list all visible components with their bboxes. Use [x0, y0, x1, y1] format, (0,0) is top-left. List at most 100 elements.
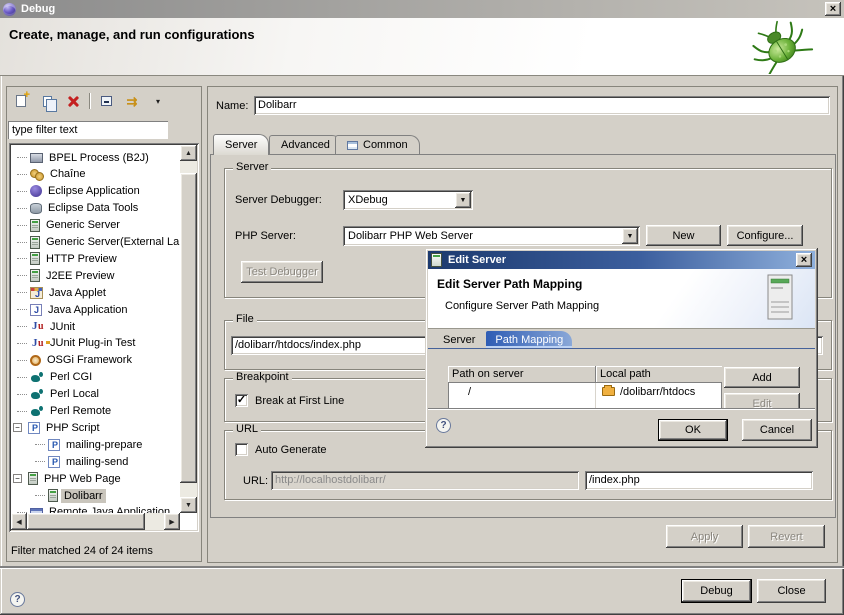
column-header-path-on-server[interactable]: Path on server	[448, 366, 596, 383]
dropdown-arrow-icon[interactable]: ▼	[455, 192, 471, 208]
new-server-button[interactable]: New	[646, 225, 721, 246]
tree-connector	[17, 208, 27, 209]
url-base-input[interactable]: http://localhostdolibarr/	[271, 471, 579, 490]
filter-launch-configurations-button[interactable]: ⇉	[122, 92, 142, 110]
tree-item-mailing-prepare[interactable]: mailing-prepare	[11, 436, 180, 453]
tab-common[interactable]: Common	[335, 135, 420, 154]
tree-item-perl-cgi[interactable]: Perl CGI	[11, 369, 180, 386]
tree-item-dolibarr[interactable]: Dolibarr	[11, 487, 180, 504]
edit-server-header: Edit Server Path Mapping Configure Serve…	[428, 269, 815, 329]
cancel-button[interactable]: Cancel	[742, 419, 812, 441]
tree-item-php-script[interactable]: − PHP Script	[11, 419, 180, 436]
tree-item-label: PHP Script	[43, 421, 103, 435]
dropdown-arrow-icon[interactable]: ▼	[622, 228, 638, 244]
server-debugger-value: XDebug	[348, 194, 453, 206]
delete-configuration-button[interactable]	[63, 92, 83, 110]
tree-item-label: BPEL Process (B2J)	[46, 151, 152, 165]
tree-horizontal-scrollbar[interactable]: ◀ ▶	[11, 513, 180, 530]
server-debugger-select[interactable]: XDebug ▼	[343, 190, 473, 210]
filter-launch-configurations-icon: ⇉	[127, 95, 138, 108]
close-button[interactable]: Close	[757, 579, 826, 603]
edit-server-close-button[interactable]: ×	[796, 253, 812, 267]
configure-server-button[interactable]: Configure...	[727, 225, 803, 246]
new-launch-configuration-button[interactable]	[11, 92, 31, 110]
revert-button[interactable]: Revert	[748, 525, 825, 548]
tree-item-remote-java-application[interactable]: Remote Java Application	[11, 504, 180, 513]
scroll-up-icon[interactable]: ▲	[180, 145, 197, 161]
break-first-line-label: Break at First Line	[255, 395, 344, 407]
tree-item-java-applet[interactable]: Java Applet	[11, 284, 180, 301]
dialog-tab-path-mapping[interactable]: Path Mapping	[486, 331, 572, 348]
tree-connector	[17, 394, 27, 395]
tree-connector	[17, 258, 27, 259]
filter-input[interactable]	[8, 121, 168, 139]
tree-item-eclipse-data-tools[interactable]: Eclipse Data Tools	[11, 200, 180, 217]
duplicate-configuration-button[interactable]	[37, 92, 57, 110]
expand-toggle-icon[interactable]: −	[13, 474, 22, 483]
path-mapping-row[interactable]: //dolibarr/htdocs	[448, 383, 722, 400]
tree-vertical-scrollbar[interactable]: ▲ ▼	[180, 145, 197, 513]
tree-item-label: Generic Server	[43, 218, 123, 232]
phpserver-icon	[48, 489, 58, 502]
tab-advanced[interactable]: Advanced	[269, 135, 342, 154]
tree-item-cha-ne[interactable]: Chaîne	[11, 166, 180, 183]
dialog-help-icon[interactable]: ?	[436, 418, 451, 433]
debug-button[interactable]: Debug	[681, 579, 752, 603]
scroll-right-icon[interactable]: ▶	[164, 513, 180, 530]
tree-item-java-application[interactable]: Java Application	[11, 301, 180, 318]
scroll-down-icon[interactable]: ▼	[180, 497, 197, 513]
tab-common-label: Common	[363, 139, 408, 151]
tree-connector	[17, 326, 27, 327]
phpfile-icon	[48, 456, 60, 468]
url-path-input[interactable]: /index.php	[585, 471, 813, 490]
phpserver-icon	[28, 472, 38, 485]
dialog-tab-server[interactable]: Server	[434, 331, 484, 348]
tree-connector	[17, 157, 27, 158]
window-close-button[interactable]: ×	[825, 2, 841, 16]
test-debugger-button[interactable]: Test Debugger	[241, 261, 323, 283]
java-icon	[30, 304, 42, 316]
tree-item-mailing-send[interactable]: mailing-send	[11, 453, 180, 470]
scroll-left-icon[interactable]: ◀	[11, 513, 27, 530]
vertical-scroll-thumb[interactable]	[180, 173, 197, 483]
collapse-all-button[interactable]	[96, 92, 116, 110]
local-path-cell: /dolibarr/htdocs	[620, 386, 695, 398]
tree-item-label: JUnit	[47, 320, 78, 334]
tree-item-generic-server[interactable]: Generic Server	[11, 217, 180, 234]
delete-configuration-icon	[67, 95, 80, 108]
tree-item-http-preview[interactable]: HTTP Preview	[11, 250, 180, 267]
debug-dialog-window: Debug × Create, manage, and run configur…	[0, 0, 844, 615]
tree-item-generic-server-external-la[interactable]: Generic Server(External La	[11, 234, 180, 251]
php-server-select[interactable]: Dolibarr PHP Web Server ▼	[343, 226, 640, 246]
break-first-line-checkbox[interactable]: ✓	[235, 394, 248, 407]
help-icon[interactable]: ?	[10, 592, 25, 607]
window-titlebar[interactable]: Debug ×	[0, 0, 844, 18]
add-mapping-button[interactable]: Add	[724, 367, 800, 388]
edit-mapping-button[interactable]: Edit	[724, 393, 800, 408]
tree-item-j2ee-preview[interactable]: J2EE Preview	[11, 267, 180, 284]
name-input[interactable]: Dolibarr	[254, 96, 830, 115]
tree-item-eclipse-application[interactable]: Eclipse Application	[11, 183, 180, 200]
tree-item-junit-plug-in-test[interactable]: JUnit Plug-in Test	[11, 335, 180, 352]
column-header-local-path[interactable]: Local path	[596, 366, 722, 383]
path-mapping-table[interactable]: Path on server Local path //dolibarr/htd…	[448, 366, 722, 408]
auto-generate-checkbox[interactable]	[235, 443, 248, 456]
tree-item-php-web-page[interactable]: −PHP Web Page	[11, 470, 180, 487]
tree-item-bpel-process-b2j[interactable]: BPEL Process (B2J)	[11, 149, 180, 166]
tree-item-perl-remote[interactable]: Perl Remote	[11, 403, 180, 420]
filter-menu-button[interactable]: ▾	[148, 92, 168, 110]
apply-button[interactable]: Apply	[666, 525, 743, 548]
expand-toggle-icon[interactable]: −	[13, 423, 22, 432]
horizontal-scroll-thumb[interactable]	[27, 513, 145, 530]
filter-menu-icon: ▾	[156, 97, 160, 106]
edit-server-titlebar[interactable]: Edit Server ×	[428, 251, 815, 269]
dialog-banner: Create, manage, and run configurations	[0, 18, 844, 76]
tree-item-osgi-framework[interactable]: OSGi Framework	[11, 352, 180, 369]
ok-button[interactable]: OK	[658, 419, 728, 441]
tab-server[interactable]: Server	[213, 134, 269, 155]
tree-item-junit[interactable]: JUnit	[11, 318, 180, 335]
tree-item-perl-local[interactable]: Perl Local	[11, 386, 180, 403]
tree-connector	[17, 309, 27, 310]
tree-item-label: J2EE Preview	[43, 269, 117, 283]
configurations-tree[interactable]: BPEL Process (B2J)ChaîneEclipse Applicat…	[9, 143, 199, 532]
